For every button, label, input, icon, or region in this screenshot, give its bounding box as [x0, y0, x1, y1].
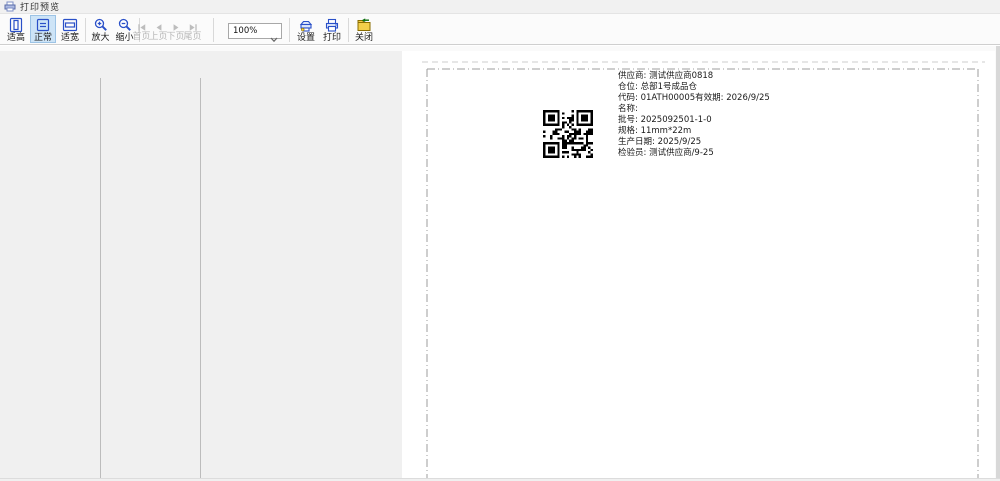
toolbar-separator — [85, 18, 86, 42]
close-icon — [356, 17, 372, 33]
label-line-code-expiry: 代码: 01ATH00005有效期: 2026/9/25 — [618, 93, 770, 104]
pasteboard-column-line — [200, 78, 201, 478]
label-line-spec: 规格: 11mm*22m — [618, 126, 770, 137]
toolbar-separator — [289, 18, 290, 42]
zoom-out-label: 缩小 — [115, 33, 133, 43]
print-setup-icon — [298, 17, 314, 33]
print-preview-window: 打印预览 适高 正常 — [0, 0, 1000, 481]
label-text-block: 供应商: 测试供应商0818 仓位: 总部1号成品仓 代码: 01ATH0000… — [618, 71, 770, 159]
print-setup-label: 设置 — [297, 33, 315, 43]
print-icon — [324, 17, 340, 33]
label-line-production-date: 生产日期: 2025/9/25 — [618, 137, 770, 148]
zoom-out-icon — [117, 17, 133, 33]
close-button[interactable]: 关闭 — [351, 15, 377, 43]
toolbar-separator — [348, 18, 349, 42]
next-page-icon — [169, 19, 183, 32]
last-page-button[interactable]: 尾页 — [184, 17, 201, 43]
fit-height-button[interactable]: 适高 — [3, 15, 29, 43]
toolbar-separator — [213, 18, 214, 42]
titlebar: 打印预览 — [0, 0, 1000, 14]
last-page-icon — [186, 19, 200, 32]
fit-width-button[interactable]: 适宽 — [57, 15, 83, 43]
first-page-button[interactable]: 首页 — [133, 17, 150, 43]
first-page-icon — [135, 19, 149, 32]
preview-pasteboard — [0, 51, 402, 478]
next-page-label: 下页 — [167, 32, 185, 42]
print-setup-button[interactable]: 设置 — [293, 15, 319, 43]
fit-width-icon — [62, 17, 78, 33]
qr-code — [543, 110, 593, 158]
first-page-label: 首页 — [133, 32, 151, 42]
prev-page-label: 上页 — [150, 32, 168, 42]
close-label: 关闭 — [355, 33, 373, 43]
fit-height-label: 适高 — [7, 33, 25, 43]
print-label: 打印 — [323, 33, 341, 43]
prev-page-icon — [152, 19, 166, 32]
fit-height-icon — [8, 17, 24, 33]
chevron-down-icon — [270, 28, 278, 34]
print-button[interactable]: 打印 — [319, 15, 345, 43]
next-page-button[interactable]: 下页 — [167, 17, 184, 43]
normal-view-label: 正常 — [34, 33, 52, 43]
zoom-in-icon — [93, 17, 109, 33]
printer-icon — [4, 1, 16, 12]
normal-view-button[interactable]: 正常 — [30, 15, 56, 43]
last-page-label: 尾页 — [184, 32, 202, 42]
zoom-in-button[interactable]: 放大 — [88, 15, 113, 43]
label-line-name: 名称: — [618, 104, 770, 115]
label-line-supplier: 供应商: 测试供应商0818 — [618, 71, 770, 82]
window-title: 打印预览 — [20, 0, 60, 13]
zoom-level-select[interactable]: 100% — [228, 23, 282, 39]
prev-page-button[interactable]: 上页 — [150, 17, 167, 43]
fit-width-label: 适宽 — [61, 33, 79, 43]
pasteboard-column-line — [100, 78, 101, 478]
label-line-inspector: 检验员: 测试供应商/9-25 — [618, 148, 770, 159]
label-line-warehouse: 仓位: 总部1号成品仓 — [618, 82, 770, 93]
zoom-level-value: 100% — [233, 26, 257, 36]
preview-area: 供应商: 测试供应商0818 仓位: 总部1号成品仓 代码: 01ATH0000… — [0, 46, 1000, 481]
toolbar: 适高 正常 适宽 — [0, 14, 1000, 45]
zoom-in-label: 放大 — [91, 33, 109, 43]
label-line-batch-no: 批号: 2025092501-1-0 — [618, 115, 770, 126]
normal-view-icon — [35, 17, 51, 33]
window-right-edge — [996, 46, 1000, 478]
